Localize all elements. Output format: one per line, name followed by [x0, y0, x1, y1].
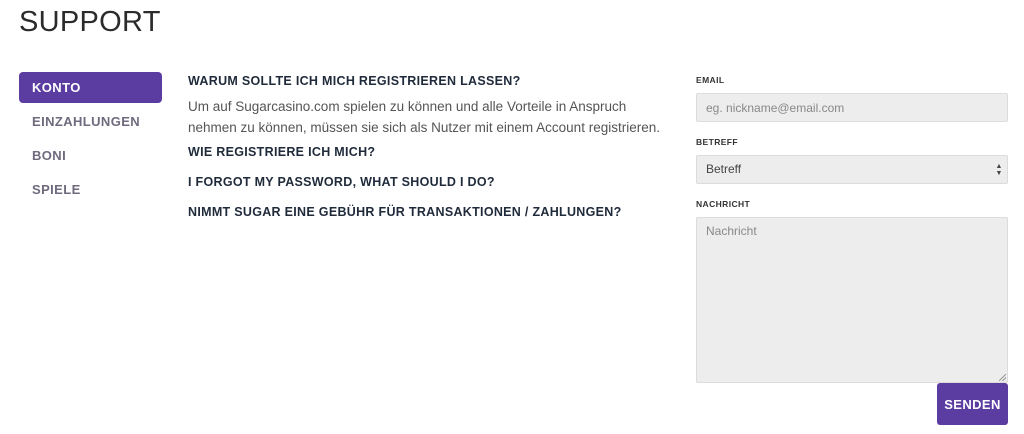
- subject-selected-value: Betreff: [706, 162, 742, 176]
- email-field[interactable]: [696, 93, 1008, 122]
- faq-question-transaction-fee[interactable]: NIMMT SUGAR EINE GEBÜHR FÜR TRANSAKTIONE…: [188, 203, 678, 221]
- faq-answer-why-register: Um auf Sugarcasino.com spielen zu können…: [188, 99, 660, 135]
- send-button[interactable]: SENDEN: [937, 383, 1008, 425]
- message-wrapper: [696, 217, 1008, 383]
- sidebar-item-konto[interactable]: KONTO: [19, 72, 162, 103]
- support-sidebar: KONTO EINZAHLUNGEN BONI SPIELE: [19, 72, 162, 208]
- subject-select[interactable]: Betreff ▲ ▼: [696, 155, 1008, 184]
- message-label: NACHRICHT: [696, 199, 751, 209]
- faq-list: WARUM SOLLTE ICH MICH REGISTRIEREN LASSE…: [188, 72, 678, 221]
- resize-grip-icon[interactable]: [999, 374, 1006, 381]
- chevron-up-down-icon: ▲ ▼: [995, 163, 1003, 177]
- support-page: SUPPORT KONTO EINZAHLUNGEN BONI SPIELE W…: [0, 0, 1024, 434]
- faq-question-forgot-password[interactable]: I FORGOT MY PASSWORD, WHAT SHOULD I DO?: [188, 173, 678, 191]
- sidebar-item-einzahlungen[interactable]: EINZAHLUNGEN: [19, 106, 162, 137]
- contact-form: EMAIL BETREFF Betreff ▲▼ NACHRICHT: [696, 74, 1008, 383]
- subject-label: BETREFF: [696, 137, 738, 147]
- page-title: SUPPORT: [19, 6, 161, 38]
- faq-question-why-register[interactable]: WARUM SOLLTE ICH MICH REGISTRIEREN LASSE…: [188, 72, 678, 90]
- sidebar-item-spiele[interactable]: SPIELE: [19, 174, 162, 205]
- form-spacer: [696, 122, 1008, 136]
- message-field[interactable]: [696, 217, 1008, 383]
- sidebar-item-boni[interactable]: BONI: [19, 140, 162, 171]
- faq-spacer: [188, 191, 678, 203]
- form-spacer: [696, 184, 1008, 198]
- faq-question-how-register[interactable]: WIE REGISTRIERE ICH MICH?: [188, 143, 678, 161]
- email-label: EMAIL: [696, 75, 725, 85]
- faq-spacer: [188, 161, 678, 173]
